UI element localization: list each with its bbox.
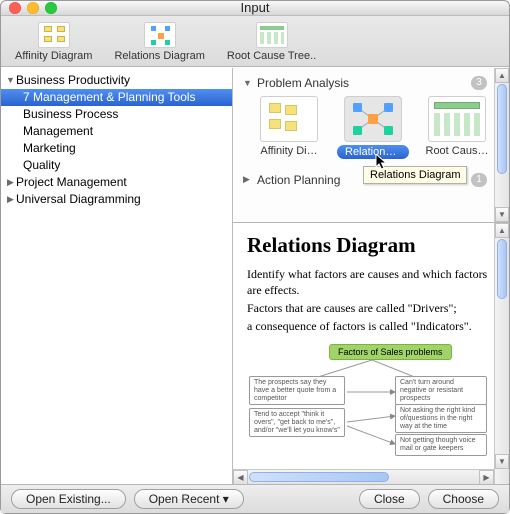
scroll-thumb[interactable] xyxy=(249,472,389,482)
tree-item-universal-diagramming[interactable]: ▶Universal Diagramming xyxy=(1,191,232,208)
footer: Open Existing... Open Recent ▾ Close Cho… xyxy=(1,484,509,513)
thumb-row: Affinity Di… xyxy=(239,92,503,159)
sidebar: ▼Business Productivity 7 Management & Pl… xyxy=(1,68,233,485)
tree-label: Quality xyxy=(23,158,60,172)
preview-text: Identify what factors are causes and whi… xyxy=(247,266,491,298)
toolbar-item-relations[interactable]: Relations Diagram xyxy=(114,22,204,62)
gallery-vscrollbar[interactable]: ▲ ▼ xyxy=(494,68,509,222)
preview-hscrollbar[interactable]: ◀ ▶ xyxy=(233,469,494,484)
scroll-left-button[interactable]: ◀ xyxy=(233,470,248,484)
affinity-diagram-icon xyxy=(38,22,70,48)
scroll-right-button[interactable]: ▶ xyxy=(479,470,494,484)
scroll-down-button[interactable]: ▼ xyxy=(495,454,509,469)
preview-text: a consequence of factors is called "Indi… xyxy=(247,318,491,334)
thumb-root-cause[interactable]: Root Caus… xyxy=(421,96,493,159)
relations-thumb-icon xyxy=(344,96,402,142)
tree-label: Marketing xyxy=(23,141,76,155)
diagram-box: Tend to accept "think it overs", "get ba… xyxy=(249,408,345,437)
toolbar-item-affinity[interactable]: Affinity Diagram xyxy=(15,22,92,62)
right-column: ▼ Problem Analysis 3 Affinity Di… xyxy=(233,68,509,485)
thumb-relations[interactable]: Relations… xyxy=(337,96,409,159)
tree-item-quality[interactable]: Quality xyxy=(1,157,232,174)
close-button[interactable]: Close xyxy=(359,489,420,509)
tree-item-business-productivity[interactable]: ▼Business Productivity xyxy=(1,72,232,89)
root-cause-tree-icon xyxy=(256,22,288,48)
scroll-up-button[interactable]: ▲ xyxy=(495,68,509,83)
traffic-lights xyxy=(9,2,57,14)
thumb-label: Root Caus… xyxy=(422,145,493,157)
body: ▼Business Productivity 7 Management & Pl… xyxy=(1,67,509,485)
tree-label: 7 Management & Planning Tools xyxy=(23,90,196,104)
tree-item-marketing[interactable]: Marketing xyxy=(1,140,232,157)
preview-vscrollbar[interactable]: ▲ ▼ xyxy=(494,223,509,485)
affinity-thumb-icon xyxy=(260,96,318,142)
diagram-box: Not getting though voice mail or gate ke… xyxy=(395,434,487,455)
diagram-root-box: Factors of Sales problems xyxy=(329,344,452,360)
preview-diagram: Factors of Sales problems The prospects … xyxy=(247,344,491,474)
template-gallery: ▼ Problem Analysis 3 Affinity Di… xyxy=(233,68,509,223)
zoom-window-button[interactable] xyxy=(45,2,57,14)
toolbar-label: Root Cause Tree.. xyxy=(227,50,316,62)
tree-label: Universal Diagramming xyxy=(16,192,141,206)
open-recent-button[interactable]: Open Recent ▾ xyxy=(134,489,244,509)
tree-item-project-management[interactable]: ▶Project Management xyxy=(1,174,232,191)
section-count-badge: 3 xyxy=(471,76,487,90)
diagram-box: Can't turn around negative or resistant … xyxy=(395,376,487,405)
toolbar: Affinity Diagram Relations Diagram Root … xyxy=(1,16,509,67)
toolbar-label: Relations Diagram xyxy=(114,50,204,62)
preview-pane: Relations Diagram Identify what factors … xyxy=(233,223,509,485)
close-window-button[interactable] xyxy=(9,2,21,14)
tree-label: Business Productivity xyxy=(16,73,130,87)
tree-label: Management xyxy=(23,124,93,138)
relations-diagram-icon xyxy=(144,22,176,48)
section-count-badge: 1 xyxy=(471,173,487,187)
section-title: Action Planning xyxy=(257,173,340,187)
scroll-up-button[interactable]: ▲ xyxy=(495,223,509,238)
preview-heading: Relations Diagram xyxy=(247,233,491,258)
toolbar-label: Affinity Diagram xyxy=(15,50,92,62)
window-title: Input xyxy=(1,0,509,15)
thumb-label: Affinity Di… xyxy=(256,145,321,157)
input-window: Input Affinity Diagram Relations Diagram xyxy=(0,0,510,514)
scroll-down-button[interactable]: ▼ xyxy=(495,207,509,222)
tree-label: Business Process xyxy=(23,107,118,121)
scroll-thumb[interactable] xyxy=(497,84,507,174)
tree-item-management[interactable]: Management xyxy=(1,123,232,140)
mouse-cursor-icon xyxy=(375,154,389,172)
section-problem-analysis[interactable]: ▼ Problem Analysis 3 xyxy=(239,74,503,92)
tree-item-business-process[interactable]: Business Process xyxy=(1,106,232,123)
tree-label: Project Management xyxy=(16,175,127,189)
minimize-window-button[interactable] xyxy=(27,2,39,14)
scroll-thumb[interactable] xyxy=(497,239,507,299)
diagram-box: The prospects say they have a better quo… xyxy=(249,376,345,405)
section-title: Problem Analysis xyxy=(257,76,349,90)
choose-button[interactable]: Choose xyxy=(428,489,499,509)
thumb-affinity[interactable]: Affinity Di… xyxy=(253,96,325,159)
preview-text: Factors that are causes are called "Driv… xyxy=(247,300,491,316)
tree-item-7-management[interactable]: 7 Management & Planning Tools xyxy=(1,89,232,106)
root-cause-thumb-icon xyxy=(428,96,486,142)
titlebar: Input xyxy=(1,1,509,16)
open-existing-button[interactable]: Open Existing... xyxy=(11,489,126,509)
diagram-box: Not asking the right kind of/questions i… xyxy=(395,404,487,433)
thumb-label: Relations… xyxy=(337,145,409,159)
toolbar-item-root-cause[interactable]: Root Cause Tree.. xyxy=(227,22,316,62)
